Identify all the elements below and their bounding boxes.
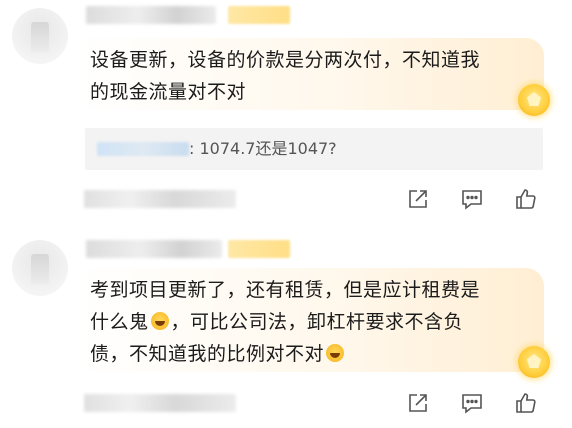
comment-text-line: 考到项目更新了，还有租赁，但是应计租费是 [90,279,481,301]
comment-text-line: 债，不知道我的比例对不对 [90,338,530,370]
comment-text-fragment: 什么鬼 [90,311,149,333]
comment-icon [462,190,482,210]
username-redacted[interactable] [86,240,222,258]
laughing-emoji-icon [150,312,169,330]
avatar[interactable] [12,8,68,64]
comment-item: 考到项目更新了，还有租赁，但是应计租费是 什么鬼 ，可比公司法，卸杠杆要求不含负 … [0,230,572,428]
comment-text-line: 的现金流量对不对 [90,81,247,103]
share-button[interactable] [406,391,430,415]
like-button[interactable] [514,187,538,211]
pentagon-badge-icon [518,346,550,378]
share-icon [409,190,427,208]
comment-text-fragment: 债，不知道我的比例对不对 [90,343,325,365]
user-tag-redacted [228,6,290,24]
pentagon-badge-icon [518,84,550,116]
comment-text-fragment: ，可比公司法，卸杠杆要求不含负 [170,311,464,333]
comment-text-line: 设备更新，设备的价款是分两次付，不知道我 [90,49,481,71]
reply-user-redacted [97,142,189,156]
laughing-emoji-icon [326,344,345,362]
comment-bubble: 考到项目更新了，还有租赁，但是应计租费是 什么鬼 ，可比公司法，卸杠杆要求不含负 … [76,268,544,372]
comment-item: 设备更新，设备的价款是分两次付，不知道我 的现金流量对不对 : 1074.7还是… [0,0,572,222]
username-redacted[interactable] [86,6,216,24]
comment-meta-redacted [84,394,236,412]
reply-preview-text: : 1074.7还是1047? [189,139,337,158]
comment-bubble: 设备更新，设备的价款是分两次付，不知道我 的现金流量对不对 [76,38,544,110]
comment-button[interactable] [460,187,484,211]
user-tag-redacted [228,240,290,258]
thumbs-up-icon [516,393,536,413]
thumbs-up-icon [516,189,536,209]
share-icon [409,394,427,412]
comment-button[interactable] [460,391,484,415]
comment-meta-redacted [84,190,236,208]
share-button[interactable] [406,187,430,211]
comment-icon [462,394,482,414]
reply-preview[interactable]: : 1074.7还是1047? [85,128,543,170]
avatar[interactable] [12,240,68,296]
like-button[interactable] [514,391,538,415]
comment-text-line: 什么鬼 ，可比公司法，卸杠杆要求不含负 [90,306,530,338]
